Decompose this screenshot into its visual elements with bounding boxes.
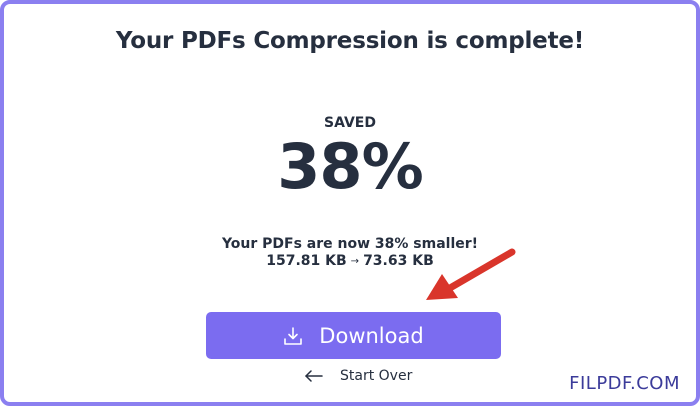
size-arrow-icon: → — [350, 256, 360, 267]
download-icon — [283, 326, 303, 346]
page-title: Your PDFs Compression is complete! — [115, 28, 585, 54]
result-card: Your PDFs Compression is complete! SAVED… — [0, 0, 700, 406]
download-button-label: Download — [319, 323, 424, 348]
size-comparison: 157.81 KB → 73.63 KB — [4, 253, 696, 269]
saved-label: SAVED — [324, 115, 376, 131]
compression-summary: Your PDFs are now 38% smaller! — [221, 236, 479, 252]
red-pointer-arrow-icon — [426, 248, 516, 300]
saved-percent: 38% — [277, 130, 423, 203]
download-button[interactable]: Download — [206, 312, 501, 359]
arrow-left-icon — [304, 369, 324, 383]
start-over-label: Start Over — [340, 368, 413, 384]
original-size: 157.81 KB — [266, 253, 347, 269]
start-over-link[interactable]: Start Over — [304, 368, 412, 384]
watermark: FILPDF.COM — [569, 373, 680, 394]
